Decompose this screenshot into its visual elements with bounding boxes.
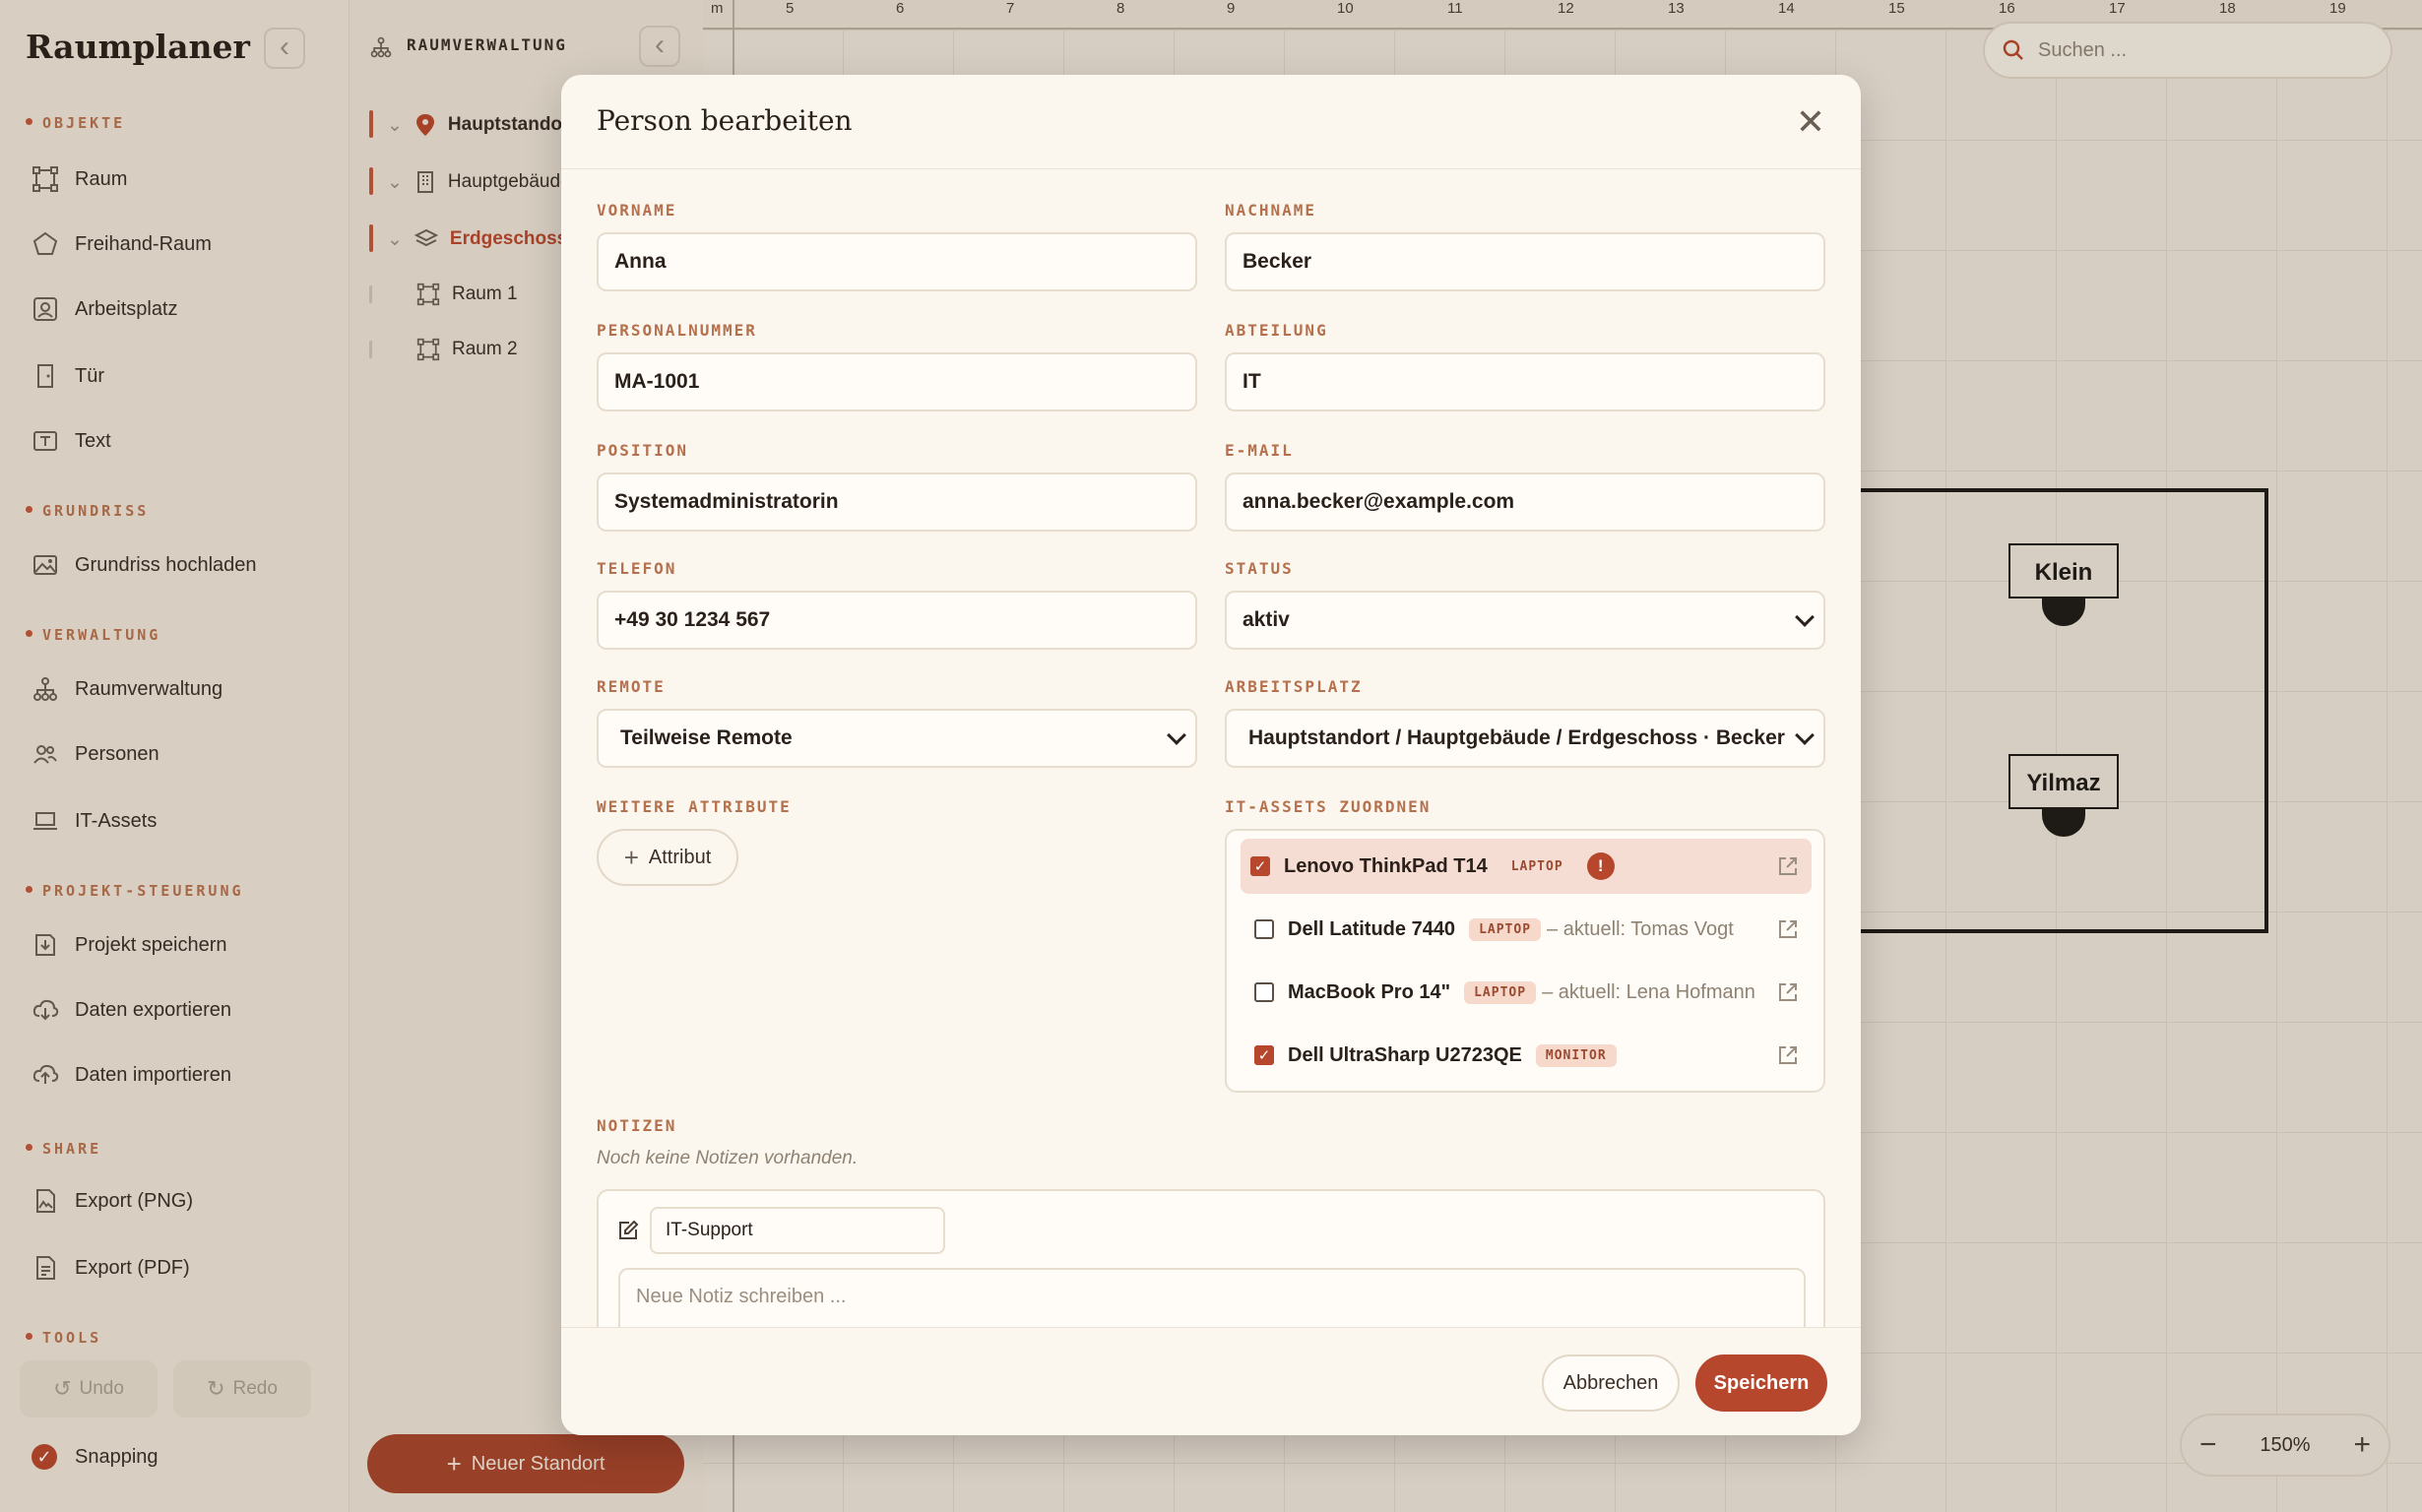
field-label: E-MAIL [1225,441,1294,460]
asset-name: MacBook Pro 14" [1288,980,1451,1003]
status-value: aktiv [1243,608,1290,631]
nachname-input[interactable]: Becker [1225,232,1825,291]
cancel-button[interactable]: Abbrechen [1542,1354,1680,1412]
add-attribute-label: Attribut [648,846,712,868]
field-label: PERSONALNUMMER [597,321,757,340]
field-label: WEITERE ATTRIBUTE [597,797,792,816]
remote-select[interactable]: Teilweise Remote [597,709,1197,768]
external-link-icon[interactable] [1776,917,1800,941]
asset-row[interactable]: ✓ Lenovo ThinkPad T14 LAPTOP ! [1241,839,1812,894]
dialog-footer: Abbrechen Speichern [561,1327,1861,1435]
asset-checkbox[interactable]: ✓ [1254,1045,1274,1065]
vorname-input[interactable]: Anna [597,232,1197,291]
field-label: ABTEILUNG [1225,321,1328,340]
asset-row[interactable]: Dell Latitude 7440 LAPTOP – aktuell: Tom… [1241,902,1812,957]
dialog-header: Person bearbeiten ✕ [561,75,1861,169]
plus-icon: + [623,842,639,872]
telefon-input[interactable]: +49 30 1234 567 [597,591,1197,650]
asset-tag: LAPTOP [1464,980,1537,1004]
asset-name: Dell Latitude 7440 [1288,917,1456,940]
note-author-input[interactable]: IT-Support [650,1207,945,1254]
edit-icon [619,1220,639,1239]
field-label: IT-ASSETS ZUORDNEN [1225,797,1432,816]
status-select[interactable]: aktiv [1225,591,1825,650]
asset-checkbox[interactable] [1254,982,1274,1002]
arbeitsplatz-value: Hauptstandort / Hauptgebäude / Erdgescho… [1248,726,1785,749]
position-input[interactable]: Systemadministratorin [597,472,1197,532]
chevron-down-icon [1795,607,1815,627]
warning-icon: ! [1586,852,1615,880]
field-label: ARBEITSPLATZ [1225,677,1363,696]
notes-empty-text: Noch keine Notizen vorhanden. [597,1148,859,1168]
remote-value: Teilweise Remote [620,726,793,749]
personalnummer-input[interactable]: MA-1001 [597,352,1197,411]
asset-name: Lenovo ThinkPad T14 [1284,854,1488,877]
field-label: REMOTE [597,677,666,696]
external-link-icon[interactable] [1776,1043,1800,1067]
field-label: STATUS [1225,559,1294,578]
asset-current-owner: – aktuell: Tomas Vogt [1547,917,1734,940]
add-attribute-button[interactable]: + Attribut [597,829,738,886]
edit-person-dialog: Person bearbeiten ✕ VORNAME Anna NACHNAM… [561,75,1861,1435]
external-link-icon[interactable] [1776,980,1800,1004]
field-label: NACHNAME [1225,201,1317,220]
dialog-title: Person bearbeiten [597,104,853,137]
asset-checkbox[interactable] [1254,919,1274,939]
asset-row[interactable]: MacBook Pro 14" LAPTOP – aktuell: Lena H… [1241,965,1812,1020]
field-label: NOTIZEN [597,1116,677,1135]
asset-checkbox[interactable]: ✓ [1250,856,1270,876]
field-label: VORNAME [597,201,677,220]
asset-tag: MONITOR [1535,1043,1617,1067]
asset-tag: LAPTOP [1469,917,1542,941]
asset-name: Dell UltraSharp U2723QE [1288,1043,1522,1066]
chevron-down-icon [1167,725,1186,745]
email-input[interactable]: anna.becker@example.com [1225,472,1825,532]
asset-current-owner: – aktuell: Lena Hofmann [1542,980,1755,1003]
close-icon[interactable]: ✕ [1796,102,1825,142]
field-label: POSITION [597,441,689,460]
chevron-down-icon [1795,725,1815,745]
asset-tag: LAPTOP [1510,858,1563,874]
asset-row[interactable]: ✓ Dell UltraSharp U2723QE MONITOR [1241,1028,1812,1083]
arbeitsplatz-select[interactable]: Hauptstandort / Hauptgebäude / Erdgescho… [1225,709,1825,768]
save-button[interactable]: Speichern [1695,1354,1827,1412]
asset-list: ✓ Lenovo ThinkPad T14 LAPTOP ! Dell Lati… [1225,829,1825,1093]
abteilung-input[interactable]: IT [1225,352,1825,411]
external-link-icon[interactable] [1776,854,1800,878]
field-label: TELEFON [597,559,677,578]
